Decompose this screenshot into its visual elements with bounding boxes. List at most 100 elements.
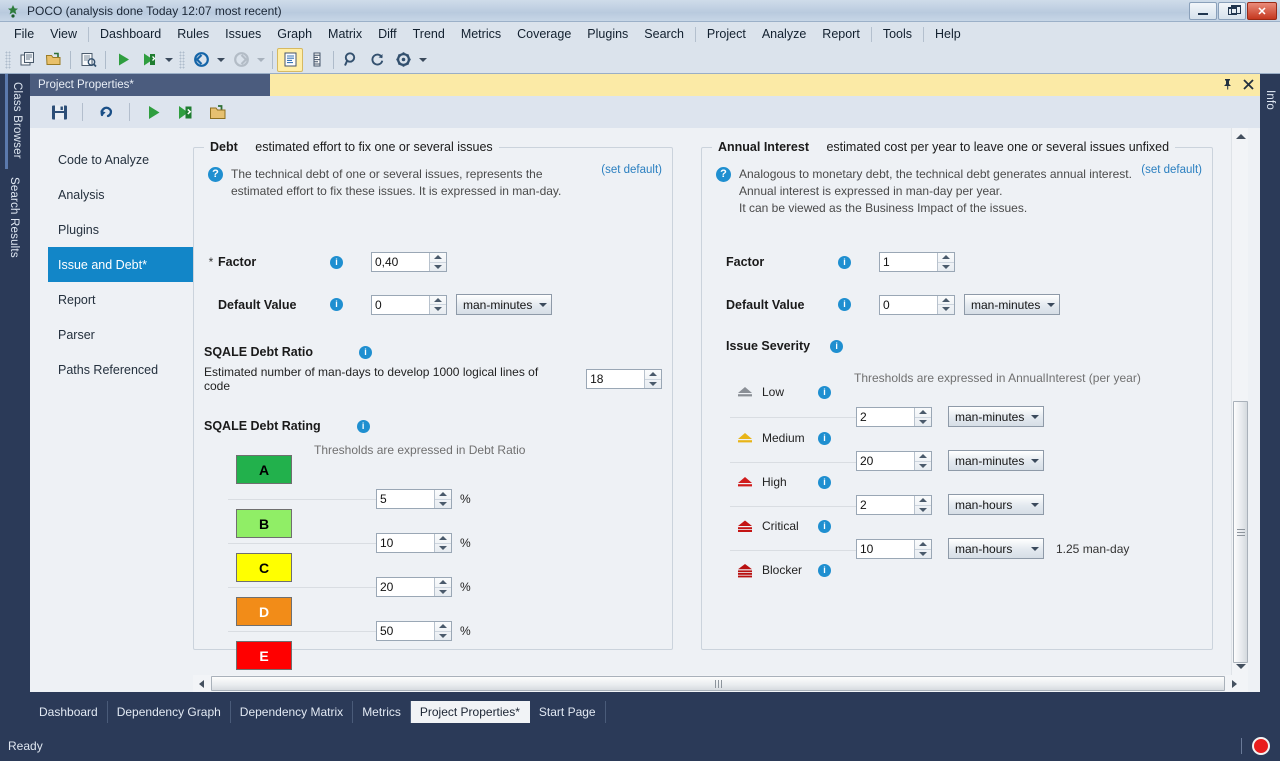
open-project-icon[interactable] — [40, 48, 66, 72]
debt-set-default-link[interactable]: (set default) — [601, 164, 662, 176]
menu-rules[interactable]: Rules — [169, 24, 217, 44]
menu-issues[interactable]: Issues — [217, 24, 269, 44]
spin-up-icon[interactable] — [915, 408, 931, 417]
spin-down-icon[interactable] — [435, 542, 451, 553]
sqale-debt-ratio-input[interactable] — [587, 370, 644, 388]
threshold-spin-buttons[interactable] — [914, 540, 931, 558]
spin-down-icon[interactable] — [435, 586, 451, 597]
spin-down-icon[interactable] — [938, 304, 954, 314]
spin-down-icon[interactable] — [430, 304, 446, 314]
run-dropdown-arrow[interactable] — [162, 48, 176, 72]
menu-coverage[interactable]: Coverage — [509, 24, 579, 44]
spin-up-icon[interactable] — [435, 622, 451, 631]
maximize-button[interactable] — [1218, 2, 1246, 20]
pin-icon[interactable] — [1222, 78, 1233, 92]
spin-up-icon[interactable] — [915, 452, 931, 461]
spin-down-icon[interactable] — [915, 548, 931, 559]
dock-tab-class-browser[interactable]: Class Browser — [5, 74, 23, 169]
menu-metrics[interactable]: Metrics — [453, 24, 509, 44]
annual-interest-factor-spin-buttons[interactable] — [937, 253, 954, 271]
menu-graph[interactable]: Graph — [269, 24, 320, 44]
tab-project-properties[interactable]: Project Properties* — [410, 700, 530, 723]
tab-start-page[interactable]: Start Page — [530, 700, 606, 723]
debt-default-value-unit-select[interactable]: man-minutes — [456, 294, 552, 315]
dock-tab-search-results[interactable]: Search Results — [8, 169, 20, 268]
record-icon[interactable] — [1252, 737, 1270, 755]
threshold-spin-buttons[interactable] — [914, 452, 931, 470]
debt-rating-threshold-2-input[interactable] — [377, 534, 434, 552]
spin-up-icon[interactable] — [435, 578, 451, 587]
spin-up-icon[interactable] — [938, 296, 954, 305]
spin-up-icon[interactable] — [938, 253, 954, 262]
sqale-debt-ratio-info-icon[interactable]: i — [359, 345, 373, 359]
sqale-debt-ratio-stepper[interactable] — [586, 369, 662, 389]
ruler-icon[interactable] — [303, 48, 329, 72]
spin-down-icon[interactable] — [915, 504, 931, 515]
debt-rating-threshold-3-stepper[interactable] — [376, 577, 452, 597]
scroll-right-button[interactable] — [1226, 675, 1243, 692]
run-icon[interactable] — [138, 99, 168, 125]
debt-rating-threshold-1-stepper[interactable] — [376, 489, 452, 509]
run-and-close-icon[interactable] — [170, 99, 200, 125]
debt-rating-threshold-2-stepper[interactable] — [376, 533, 452, 553]
spin-up-icon[interactable] — [430, 253, 446, 262]
debt-factor-info-icon[interactable]: i — [330, 255, 343, 269]
threshold-spin-buttons[interactable] — [434, 490, 451, 508]
tab-metrics[interactable]: Metrics — [353, 700, 411, 723]
back-dropdown-arrow[interactable] — [214, 48, 228, 72]
sqale-debt-rating-info-icon[interactable]: i — [356, 419, 370, 433]
severity-threshold-3-input[interactable] — [857, 496, 914, 514]
spin-up-icon[interactable] — [915, 540, 931, 549]
annual-interest-default-value-input[interactable] — [880, 295, 937, 314]
run-analysis-options-icon[interactable] — [136, 48, 162, 72]
tab-dependency-graph[interactable]: Dependency Graph — [108, 700, 231, 723]
menu-report[interactable]: Report — [814, 24, 868, 44]
severity-threshold-2-input[interactable] — [857, 452, 914, 470]
vertical-scroll-thumb[interactable] — [1233, 401, 1248, 663]
menu-file[interactable]: File — [6, 24, 42, 44]
debt-factor-spin-buttons[interactable] — [429, 253, 446, 271]
debt-rating-threshold-4-stepper[interactable] — [376, 621, 452, 641]
menu-project[interactable]: Project — [699, 24, 754, 44]
refresh-icon[interactable] — [364, 48, 390, 72]
annual-interest-default-value-spin-buttons[interactable] — [937, 295, 954, 314]
nav-item-paths-referenced[interactable]: Paths Referenced — [30, 352, 193, 387]
spin-up-icon[interactable] — [435, 490, 451, 499]
debt-rating-threshold-3-input[interactable] — [377, 578, 434, 596]
dock-tab-info[interactable]: Info — [1264, 82, 1276, 120]
annual-interest-default-value-unit-select[interactable]: man-minutes — [964, 294, 1060, 315]
debt-rating-threshold-4-input[interactable] — [377, 622, 434, 640]
run-analysis-icon[interactable] — [110, 48, 136, 72]
severity-blocker-info-icon[interactable]: i — [818, 563, 831, 577]
minimize-button[interactable] — [1189, 2, 1217, 20]
scroll-left-button[interactable] — [193, 675, 210, 692]
debt-default-value-info-icon[interactable]: i — [330, 298, 343, 311]
spin-down-icon[interactable] — [915, 416, 931, 427]
debt-default-value-spin-buttons[interactable] — [429, 295, 446, 314]
menu-help[interactable]: Help — [927, 24, 969, 44]
severity-threshold-1-stepper[interactable] — [856, 407, 932, 427]
severity-threshold-3-stepper[interactable] — [856, 495, 932, 515]
spin-up-icon[interactable] — [435, 534, 451, 543]
settings-dropdown-arrow[interactable] — [416, 48, 430, 72]
annual-interest-factor-input[interactable] — [880, 253, 937, 271]
settings-icon[interactable] — [390, 48, 416, 72]
spin-down-icon[interactable] — [430, 261, 446, 272]
sqale-debt-ratio-spin-buttons[interactable] — [644, 370, 661, 388]
nav-item-analysis[interactable]: Analysis — [30, 177, 193, 212]
spin-down-icon[interactable] — [938, 261, 954, 272]
debt-default-value-stepper[interactable] — [371, 294, 447, 315]
nav-item-report[interactable]: Report — [30, 282, 193, 317]
project-properties-icon[interactable] — [75, 48, 101, 72]
report-icon[interactable] — [277, 47, 303, 72]
severity-threshold-2-unit-select[interactable]: man-minutes — [948, 450, 1044, 471]
help-question-icon[interactable]: ? — [716, 167, 731, 182]
issue-severity-info-icon[interactable]: i — [830, 339, 844, 353]
debt-rating-threshold-1-input[interactable] — [377, 490, 434, 508]
threshold-spin-buttons[interactable] — [434, 578, 451, 596]
spin-down-icon[interactable] — [645, 378, 661, 389]
severity-high-info-icon[interactable]: i — [818, 475, 831, 489]
menu-tools[interactable]: Tools — [875, 24, 920, 44]
severity-threshold-4-input[interactable] — [857, 540, 914, 558]
nav-item-parser[interactable]: Parser — [30, 317, 193, 352]
